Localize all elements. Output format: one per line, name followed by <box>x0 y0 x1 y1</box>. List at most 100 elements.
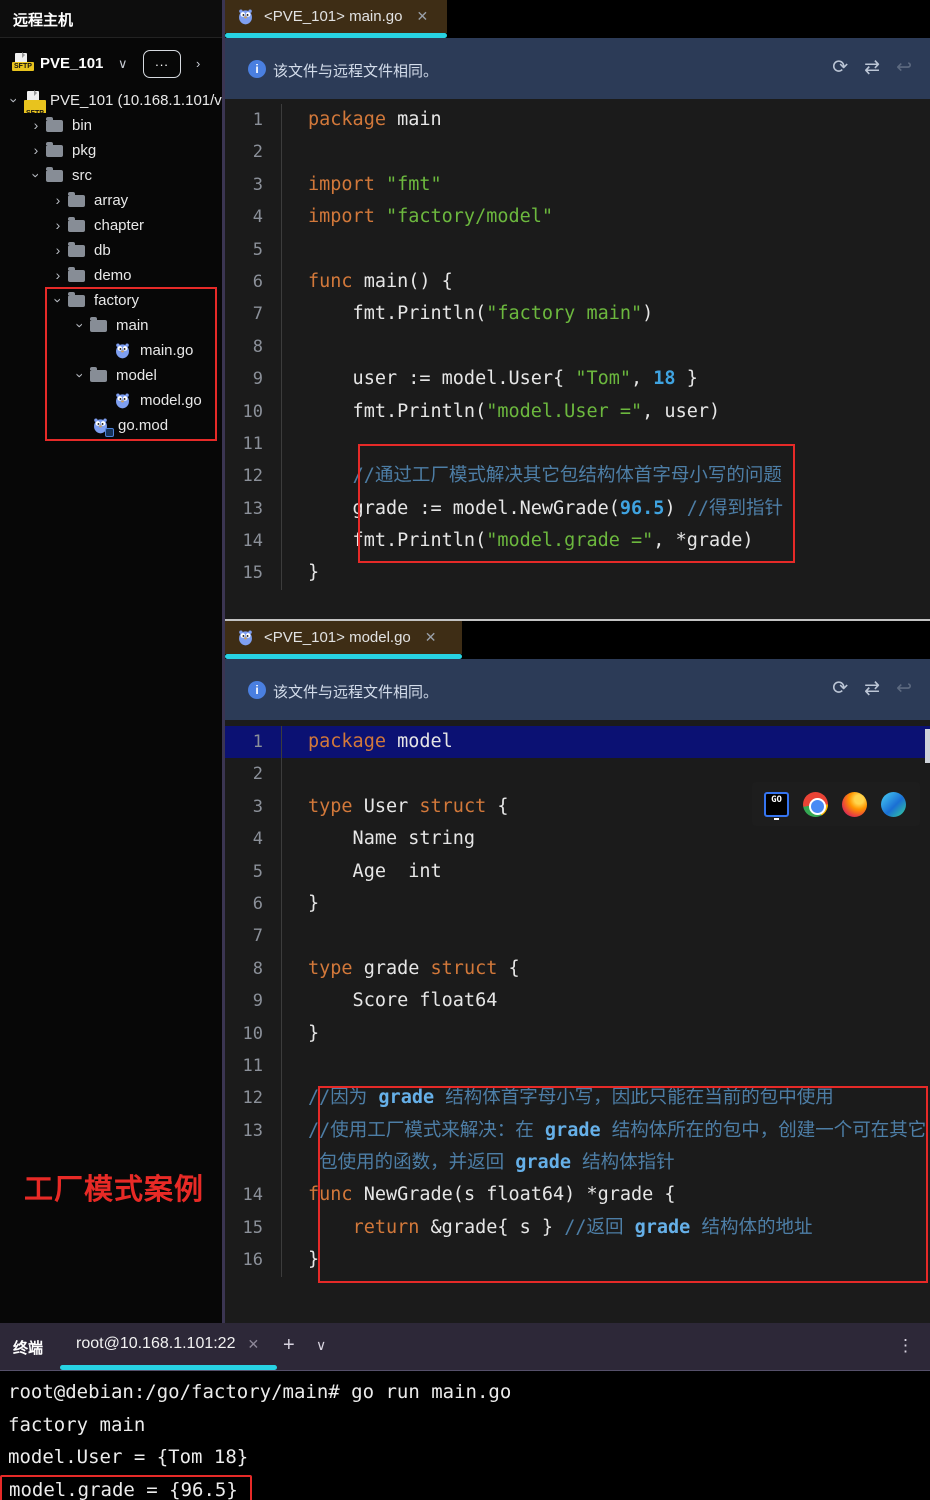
transfer-icon[interactable]: ⇄ <box>864 56 880 79</box>
line-number: 15 <box>225 1212 281 1244</box>
tree-item-array[interactable]: ›array <box>0 188 222 213</box>
code-text <box>281 234 930 266</box>
code-line: 14 fmt.Println("model.grade =", *grade) <box>225 525 930 557</box>
code-text: import "factory/model" <box>281 201 930 233</box>
host-dropdown-icon[interactable]: ∨ <box>118 56 128 72</box>
tree-item-src[interactable]: ›src <box>0 163 222 188</box>
tree-item-db[interactable]: ›db <box>0 238 222 263</box>
code-text <box>281 331 930 363</box>
code-text: user := model.User{ "Tom", 18 } <box>281 363 930 395</box>
file-tree: ›SFTPPVE_101 (10.168.1.101/v›bin›pkg›src… <box>0 88 222 438</box>
tree-item-main.go[interactable]: main.go <box>0 338 222 363</box>
transfer-icon[interactable]: ⇄ <box>864 677 880 700</box>
line-number: 3 <box>225 169 281 201</box>
tree-item-pkg[interactable]: › pkg <box>0 138 222 163</box>
chevron-collapsed-icon[interactable]: › <box>48 263 68 288</box>
chevron-collapsed-icon[interactable]: › <box>48 238 68 263</box>
line-number: 16 <box>225 1244 281 1276</box>
host-row[interactable]: SFTP PVE_101 ∨ ... › <box>0 48 222 82</box>
tab-close-icon[interactable]: ✕ <box>425 629 437 646</box>
tree-item-factory[interactable]: ›factory <box>0 288 222 313</box>
code-line: 1package model <box>225 726 930 758</box>
code-text: fmt.Println("model.User =", user) <box>281 396 930 428</box>
code-text: Age int <box>281 856 930 888</box>
line-number: 1 <box>225 726 281 758</box>
refresh-icon[interactable]: ⟳ <box>832 677 848 700</box>
chevron-expanded-icon[interactable]: › <box>24 166 49 186</box>
info-text: 该文件与远程文件相同。 <box>273 681 438 702</box>
code-line: 13 grade := model.NewGrade(96.5) //得到指针 <box>225 493 930 525</box>
tree-item-demo[interactable]: ›demo <box>0 263 222 288</box>
line-number: 13 <box>225 493 281 525</box>
tree-item-main[interactable]: ›main <box>0 313 222 338</box>
code-line: 包使用的函数，并返回 grade 结构体指针 <box>225 1147 930 1179</box>
terminal-menu-icon[interactable]: ⋮ <box>897 1336 914 1356</box>
sftp-icon: SFTP <box>12 53 34 73</box>
code-editor-model-go[interactable]: 1package model23type User struct {4 Name… <box>225 721 930 1302</box>
code-text: } <box>281 1244 930 1276</box>
tree-item-bin[interactable]: › bin <box>0 113 222 138</box>
sftp-icon: SFTP <box>24 91 46 111</box>
undo-icon[interactable]: ↩ <box>896 677 912 700</box>
tabbar-model-go: <PVE_101> model.go ✕ <box>225 621 930 659</box>
host-more-button[interactable]: ... <box>143 50 181 78</box>
tree-item-label: bin <box>72 113 92 138</box>
chevron-expanded-icon[interactable]: › <box>2 91 27 111</box>
tab-main-go[interactable]: <PVE_101> main.go ✕ <box>225 0 447 33</box>
terminal-tab[interactable]: root@10.168.1.101:22 ✕ <box>60 1323 259 1365</box>
line-number: 6 <box>225 266 281 298</box>
host-forward-icon[interactable]: › <box>196 56 200 71</box>
tree-item-go.mod[interactable]: go.mod <box>0 413 222 438</box>
tree-item-model[interactable]: ›model <box>0 363 222 388</box>
chevron-collapsed-icon[interactable]: › <box>48 188 68 213</box>
tree-item-chapter[interactable]: › chapter <box>0 213 222 238</box>
line-number: 4 <box>225 201 281 233</box>
code-line: 11 <box>225 428 930 460</box>
info-text: 该文件与远程文件相同。 <box>273 60 438 81</box>
chevron-collapsed-icon[interactable]: › <box>48 213 68 238</box>
chevron-expanded-icon[interactable]: › <box>68 366 93 386</box>
tab-model-go[interactable]: <PVE_101> model.go ✕ <box>225 621 462 654</box>
line-number: 2 <box>225 758 281 790</box>
line-number: 7 <box>225 298 281 330</box>
tree-item-label: chapter <box>94 213 144 238</box>
line-number: 11 <box>225 1050 281 1082</box>
chrome-icon[interactable] <box>803 792 828 817</box>
code-text: Score float64 <box>281 985 930 1017</box>
code-line: 6} <box>225 888 930 920</box>
line-number: 1 <box>225 104 281 136</box>
line-number: 14 <box>225 525 281 557</box>
sidebar-title: 远程主机 <box>13 9 73 30</box>
code-text: //因为 grade 结构体首字母小写，因此只能在当前的包中使用 <box>281 1082 930 1114</box>
firefox-icon[interactable] <box>842 792 867 817</box>
tree-item-label: model.go <box>140 388 202 413</box>
edge-icon[interactable] <box>881 792 906 817</box>
tab-close-icon[interactable]: ✕ <box>416 8 428 25</box>
chevron-expanded-icon[interactable]: › <box>68 316 93 336</box>
tabbar-main-go: <PVE_101> main.go ✕ <box>225 0 930 38</box>
code-text: } <box>281 888 930 920</box>
scrollbar-thumb[interactable] <box>925 729 930 763</box>
terminal-tab-close-icon[interactable]: ✕ <box>247 1336 259 1353</box>
terminal-panel: 终端 root@10.168.1.101:22 ✕ + ∨ ⋮ root@deb… <box>0 1323 930 1500</box>
code-text: fmt.Println("factory main") <box>281 298 930 330</box>
refresh-icon[interactable]: ⟳ <box>832 56 848 79</box>
code-editor-main-go[interactable]: 1package main23import "fmt"4import "fact… <box>225 99 930 619</box>
tree-item-label: pkg <box>72 138 96 163</box>
chevron-collapsed-icon[interactable]: › <box>26 138 46 163</box>
infobar-actions: ⟳ ⇄ ↩ <box>832 677 912 700</box>
terminal-output[interactable]: root@debian:/go/factory/main# go run mai… <box>0 1372 930 1500</box>
chevron-expanded-icon[interactable]: › <box>46 291 71 311</box>
code-line: 10 fmt.Println("model.User =", user) <box>225 396 930 428</box>
code-text <box>281 428 930 460</box>
code-line: 8type grade struct { <box>225 953 930 985</box>
code-line: 5 <box>225 234 930 266</box>
new-terminal-icon[interactable]: + <box>283 1334 295 1357</box>
tree-item-model.go[interactable]: model.go <box>0 388 222 413</box>
chevron-collapsed-icon[interactable]: › <box>26 113 46 138</box>
terminal-tab-label: root@10.168.1.101:22 <box>76 1335 235 1353</box>
tree-item-pve-101-10.168.1.101-v[interactable]: ›SFTPPVE_101 (10.168.1.101/v <box>0 88 222 113</box>
terminal-dropdown-icon[interactable]: ∨ <box>316 1337 326 1354</box>
goland-icon[interactable]: GO <box>764 792 789 817</box>
undo-icon[interactable]: ↩ <box>896 56 912 79</box>
